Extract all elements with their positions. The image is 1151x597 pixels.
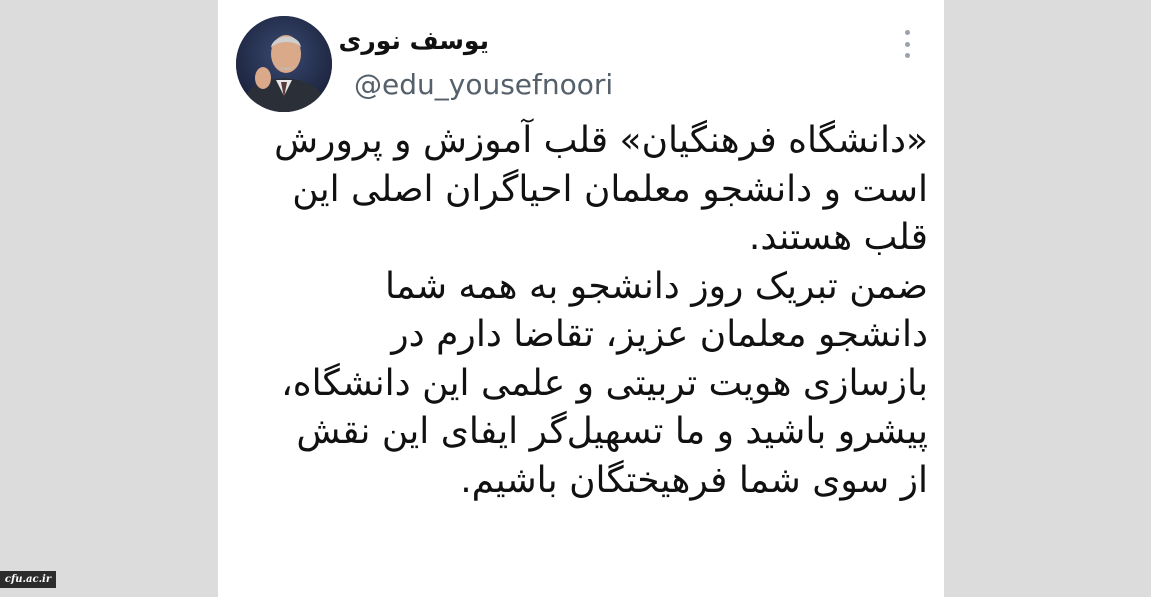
tweet-line: قلب هستند. [748, 217, 928, 258]
author-name[interactable]: یوسف نوری [339, 26, 490, 55]
tweet-line: از سوی شما فرهیختگان باشیم. [460, 459, 928, 501]
menu-dot [904, 41, 910, 47]
avatar-photo-icon [236, 16, 332, 112]
tweet-line: است و دانشجو معلمان احیاگران اصلی این [292, 168, 928, 210]
tweet-card: یوسف نوری @edu_yousefnoori «دانشگاه فرهن… [218, 0, 944, 597]
author-handle[interactable]: @edu_yousefnoori [354, 68, 613, 101]
tweet-line: ضمن تبریک روز دانشجو به همه شما [385, 265, 928, 307]
menu-dot [904, 53, 910, 58]
screenshot-page: یوسف نوری @edu_yousefnoori «دانشگاه فرهن… [0, 0, 1151, 597]
author-avatar[interactable] [236, 16, 332, 112]
tweet-line: دانشجو معلمان عزیز، تقاضا دارم در [391, 314, 928, 355]
site-watermark: cfu.ac.ir [0, 571, 56, 588]
tweet-line: بازسازی هویت تربیتی و علمی این دانشگاه، [281, 362, 928, 404]
tweet-text: «دانشگاه فرهنگیان» قلب آموزش و پرورش است… [228, 117, 928, 505]
tweet-line: «دانشگاه فرهنگیان» قلب آموزش و پرورش [274, 120, 928, 161]
menu-dot [904, 30, 910, 35]
more-vertical-icon[interactable] [900, 30, 914, 58]
tweet-line: پیشرو باشید و ما تسهیل‌گر ایفای این نقش [296, 411, 928, 452]
